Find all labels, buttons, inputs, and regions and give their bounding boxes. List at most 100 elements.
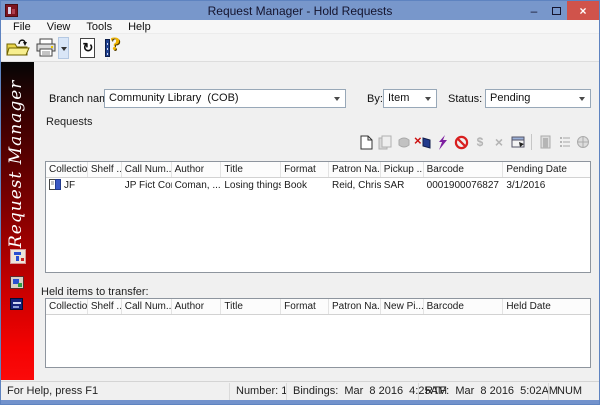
window-bottom-border bbox=[1, 400, 599, 404]
hold-icon bbox=[396, 134, 412, 150]
by-combobox[interactable]: Item bbox=[383, 89, 437, 108]
column-header[interactable]: Collection bbox=[46, 162, 88, 177]
menu-file[interactable]: File bbox=[6, 21, 38, 33]
column-header[interactable]: Patron Na... bbox=[329, 299, 381, 314]
maximize-button[interactable] bbox=[545, 1, 567, 20]
requests-section-label: Requests bbox=[46, 116, 93, 128]
status-separator bbox=[418, 383, 419, 400]
cell-author: Coman, ... bbox=[174, 180, 221, 191]
column-header[interactable]: Format bbox=[281, 299, 329, 314]
column-header[interactable]: New Pi... bbox=[381, 299, 424, 314]
column-header[interactable]: Barcode bbox=[424, 299, 504, 314]
close-button[interactable]: × bbox=[567, 1, 599, 20]
block-icon[interactable] bbox=[453, 134, 469, 150]
door-icon bbox=[537, 134, 553, 150]
held-items-label: Held items to transfer: bbox=[41, 286, 149, 298]
toolbar-separator bbox=[531, 134, 532, 150]
status-rtf: RTF: Mar 8 2016 5:02AM bbox=[425, 385, 559, 397]
held-items-table-header: Collection Shelf ... Call Num... Author … bbox=[46, 299, 590, 315]
cancel-x-icon: × bbox=[494, 134, 504, 150]
by-label: By: bbox=[367, 93, 383, 105]
properties-icon[interactable] bbox=[510, 134, 526, 150]
status-combobox[interactable]: Pending bbox=[485, 89, 591, 108]
transfer-requests-icon[interactable] bbox=[10, 276, 24, 289]
chevron-down-icon[interactable] bbox=[575, 91, 589, 106]
hold-requests-icon[interactable] bbox=[10, 249, 26, 264]
cell-format: Book bbox=[284, 180, 307, 191]
column-header[interactable]: Title bbox=[221, 299, 282, 314]
lightning-icon[interactable] bbox=[434, 134, 450, 150]
clipboard-icon bbox=[556, 134, 572, 150]
column-header[interactable]: Call Num... bbox=[122, 162, 172, 177]
column-header[interactable]: Call Num... bbox=[122, 299, 172, 314]
content-area: Branch name: Community Library (COB) By:… bbox=[34, 62, 599, 380]
help-question-mark: ? bbox=[110, 35, 120, 55]
column-header[interactable]: Barcode bbox=[424, 162, 504, 177]
menu-help[interactable]: Help bbox=[121, 21, 158, 33]
column-header[interactable]: Format bbox=[281, 162, 329, 177]
by-value: Item bbox=[388, 92, 410, 104]
status-num-lock: NUM bbox=[557, 385, 583, 397]
column-header[interactable]: Author bbox=[172, 299, 222, 314]
menu-tools[interactable]: Tools bbox=[79, 21, 119, 33]
print-dropdown-arrow[interactable] bbox=[58, 37, 69, 59]
column-header[interactable]: Patron Na... bbox=[329, 162, 381, 177]
window-title: Request Manager - Hold Requests bbox=[207, 3, 393, 18]
branch-name-combobox[interactable]: Community Library (COB) bbox=[104, 89, 346, 108]
chevron-down-icon bbox=[60, 47, 67, 51]
chevron-down-icon[interactable] bbox=[421, 91, 435, 106]
column-header[interactable]: Author bbox=[172, 162, 222, 177]
held-items-table: Collection Shelf ... Call Num... Author … bbox=[45, 298, 591, 368]
cell-title: Losing things ... bbox=[224, 180, 282, 191]
cell-patron: Reid, Chris... bbox=[331, 180, 381, 191]
new-page-icon[interactable] bbox=[358, 134, 374, 150]
cell-pickup: SAR bbox=[383, 180, 405, 191]
status-separator bbox=[229, 383, 230, 400]
status-separator bbox=[548, 383, 549, 400]
globe-icon bbox=[575, 134, 591, 150]
refresh-arrows: ↻ bbox=[82, 40, 94, 55]
book-deny-icon[interactable]: × bbox=[414, 133, 431, 150]
refresh-icon[interactable]: ↻ bbox=[76, 37, 100, 59]
requests-table-header: Collection Shelf ... Call Num... Author … bbox=[46, 162, 590, 178]
cell-pending-date: 3/1/2016 bbox=[506, 180, 546, 191]
column-header[interactable]: Held Date bbox=[503, 299, 590, 314]
status-bar: For Help, press F1 Number: 1 Bindings: M… bbox=[1, 381, 599, 400]
request-manager-window: Request Manager - Hold Requests – × File… bbox=[0, 0, 600, 405]
help-icon[interactable]: ? bbox=[102, 35, 126, 60]
deny-x-mark: × bbox=[414, 133, 422, 148]
status-value: Pending bbox=[490, 92, 531, 104]
column-header[interactable]: Pending Date bbox=[503, 162, 590, 177]
status-separator bbox=[286, 383, 287, 400]
minimize-button[interactable]: – bbox=[523, 1, 545, 20]
column-header[interactable]: Collection bbox=[46, 299, 88, 314]
open-icon[interactable] bbox=[6, 37, 30, 59]
title-bar: Request Manager - Hold Requests – × bbox=[1, 1, 599, 20]
table-row[interactable]: JF JP Fict Com Coman, ... Losing things … bbox=[46, 178, 590, 194]
column-header[interactable]: Shelf ... bbox=[88, 299, 122, 314]
cell-call-number: JP Fict Com bbox=[124, 180, 172, 191]
window-controls: – × bbox=[523, 1, 599, 20]
branch-name-value: Community Library (COB) bbox=[109, 92, 239, 104]
requests-toolbar: × $ × bbox=[358, 133, 591, 151]
status-help-text: For Help, press F1 bbox=[7, 385, 99, 397]
column-header[interactable]: Pickup ... bbox=[381, 162, 424, 177]
book-icon bbox=[49, 179, 61, 190]
print-icon[interactable] bbox=[34, 37, 58, 59]
cell-collection: JF bbox=[46, 178, 88, 194]
cell-shelf bbox=[88, 178, 122, 194]
column-header[interactable]: Title bbox=[221, 162, 282, 177]
menu-view[interactable]: View bbox=[40, 21, 78, 33]
maximize-icon bbox=[551, 6, 561, 15]
ill-requests-icon[interactable] bbox=[10, 298, 23, 310]
status-number: Number: 1 bbox=[236, 385, 288, 397]
status-bindings: Bindings: Mar 8 2016 4:25AM bbox=[293, 385, 448, 397]
column-header[interactable]: Shelf ... bbox=[88, 162, 122, 177]
sidebar-title: Request Manager bbox=[6, 79, 26, 248]
chevron-down-icon[interactable] bbox=[330, 91, 344, 106]
dollar-icon: $ bbox=[476, 135, 484, 149]
menu-bar: File View Tools Help bbox=[1, 20, 599, 34]
cell-barcode: 0001900076827 bbox=[426, 180, 499, 191]
main-toolbar: ↻ ? bbox=[1, 34, 599, 62]
sidebar-banner: Request Manager bbox=[1, 62, 34, 380]
